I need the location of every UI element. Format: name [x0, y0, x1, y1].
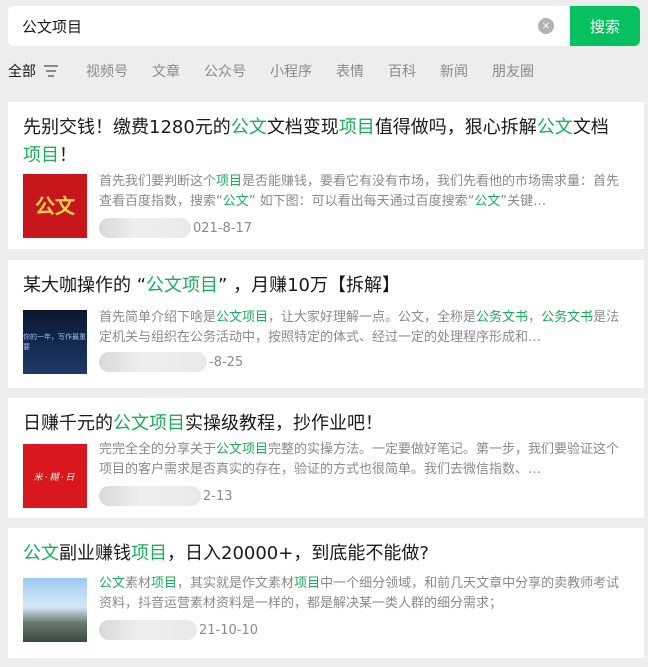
- result-title[interactable]: 某大咖操作的 “公文项目” ，月赚10万【拆解】: [23, 272, 623, 300]
- result-date: 21-10-10: [199, 622, 259, 638]
- result-title[interactable]: 公文副业赚钱项目，日入20000+，到底能不能做?: [23, 540, 623, 568]
- result-meta: 021-8-17: [99, 218, 252, 238]
- result-description: 首先简单介绍下啥是公文项目，让大家好理解一点。公文，全称是公务文书，公务文书是法…: [99, 310, 620, 345]
- search-button[interactable]: 搜索: [570, 6, 640, 46]
- tab-channels[interactable]: 视频号: [86, 61, 128, 81]
- result-card-2[interactable]: 某大咖操作的 “公文项目” ，月赚10万【拆解】 你的一年，写作最重要 首先简单…: [8, 260, 644, 388]
- result-description: 公文素材项目，其实就是作文素材项目中一个细分领域，和前几天文章中分享的卖教师考试…: [99, 576, 620, 611]
- tab-all-label: 全部: [8, 64, 36, 80]
- source-avatar: [99, 218, 191, 238]
- search-query-text: 公文项目: [22, 17, 83, 36]
- tab-encyclopedia[interactable]: 百科: [388, 61, 416, 81]
- result-thumbnail[interactable]: 公文: [23, 174, 87, 238]
- tab-articles[interactable]: 文章: [152, 61, 180, 81]
- tab-official-accounts[interactable]: 公众号: [204, 61, 246, 81]
- result-date: 2-13: [203, 488, 233, 504]
- result-meta: 21-10-10: [99, 620, 258, 640]
- category-tabs: 全部 视频号 文章 公众号 小程序 表情 百科 新闻 朋友圈: [8, 58, 558, 84]
- result-description: 完完全全的分享关于公文项目完整的实操方法。一定要做好笔记。第一步，我们要验证这个…: [99, 442, 620, 477]
- result-meta: 2-13: [99, 486, 233, 506]
- source-avatar: [99, 352, 207, 372]
- tab-stickers[interactable]: 表情: [336, 61, 364, 81]
- search-bar: 公文项目 × 搜索: [8, 6, 640, 46]
- tab-mini-programs[interactable]: 小程序: [270, 61, 312, 81]
- filter-icon[interactable]: [44, 65, 58, 77]
- result-title[interactable]: 先别交钱！缴费1280元的公文文档变现项目值得做吗，狠心拆解公文文档项目！: [23, 114, 623, 170]
- tab-moments[interactable]: 朋友圈: [492, 61, 534, 81]
- search-input[interactable]: 公文项目 ×: [8, 6, 570, 46]
- result-thumbnail[interactable]: 你的一年，写作最重要: [23, 310, 87, 374]
- result-card-1[interactable]: 先别交钱！缴费1280元的公文文档变现项目值得做吗，狠心拆解公文文档项目！ 公文…: [8, 102, 644, 249]
- clear-icon[interactable]: ×: [538, 18, 554, 34]
- result-thumbnail[interactable]: 米·糊·日: [23, 444, 87, 508]
- source-avatar: [99, 620, 197, 640]
- result-description: 首先我们要判断这个项目是否能赚钱，要看它有没有市场，我们先看他的市场需求量：首先…: [99, 174, 620, 209]
- result-date: -8-25: [209, 354, 244, 370]
- result-card-4[interactable]: 公文副业赚钱项目，日入20000+，到底能不能做? 公文素材项目，其实就是作文素…: [8, 528, 644, 658]
- result-thumbnail[interactable]: [23, 578, 87, 642]
- result-date: 021-8-17: [193, 220, 253, 236]
- source-avatar: [99, 486, 201, 506]
- result-meta: -8-25: [99, 352, 243, 372]
- result-card-3[interactable]: 日赚千元的公文项目实操级教程，抄作业吧！ 米·糊·日 完完全全的分享关于公文项目…: [8, 398, 644, 518]
- tab-all[interactable]: 全部: [8, 61, 58, 81]
- result-title[interactable]: 日赚千元的公文项目实操级教程，抄作业吧！: [23, 410, 623, 438]
- tab-news[interactable]: 新闻: [440, 61, 468, 81]
